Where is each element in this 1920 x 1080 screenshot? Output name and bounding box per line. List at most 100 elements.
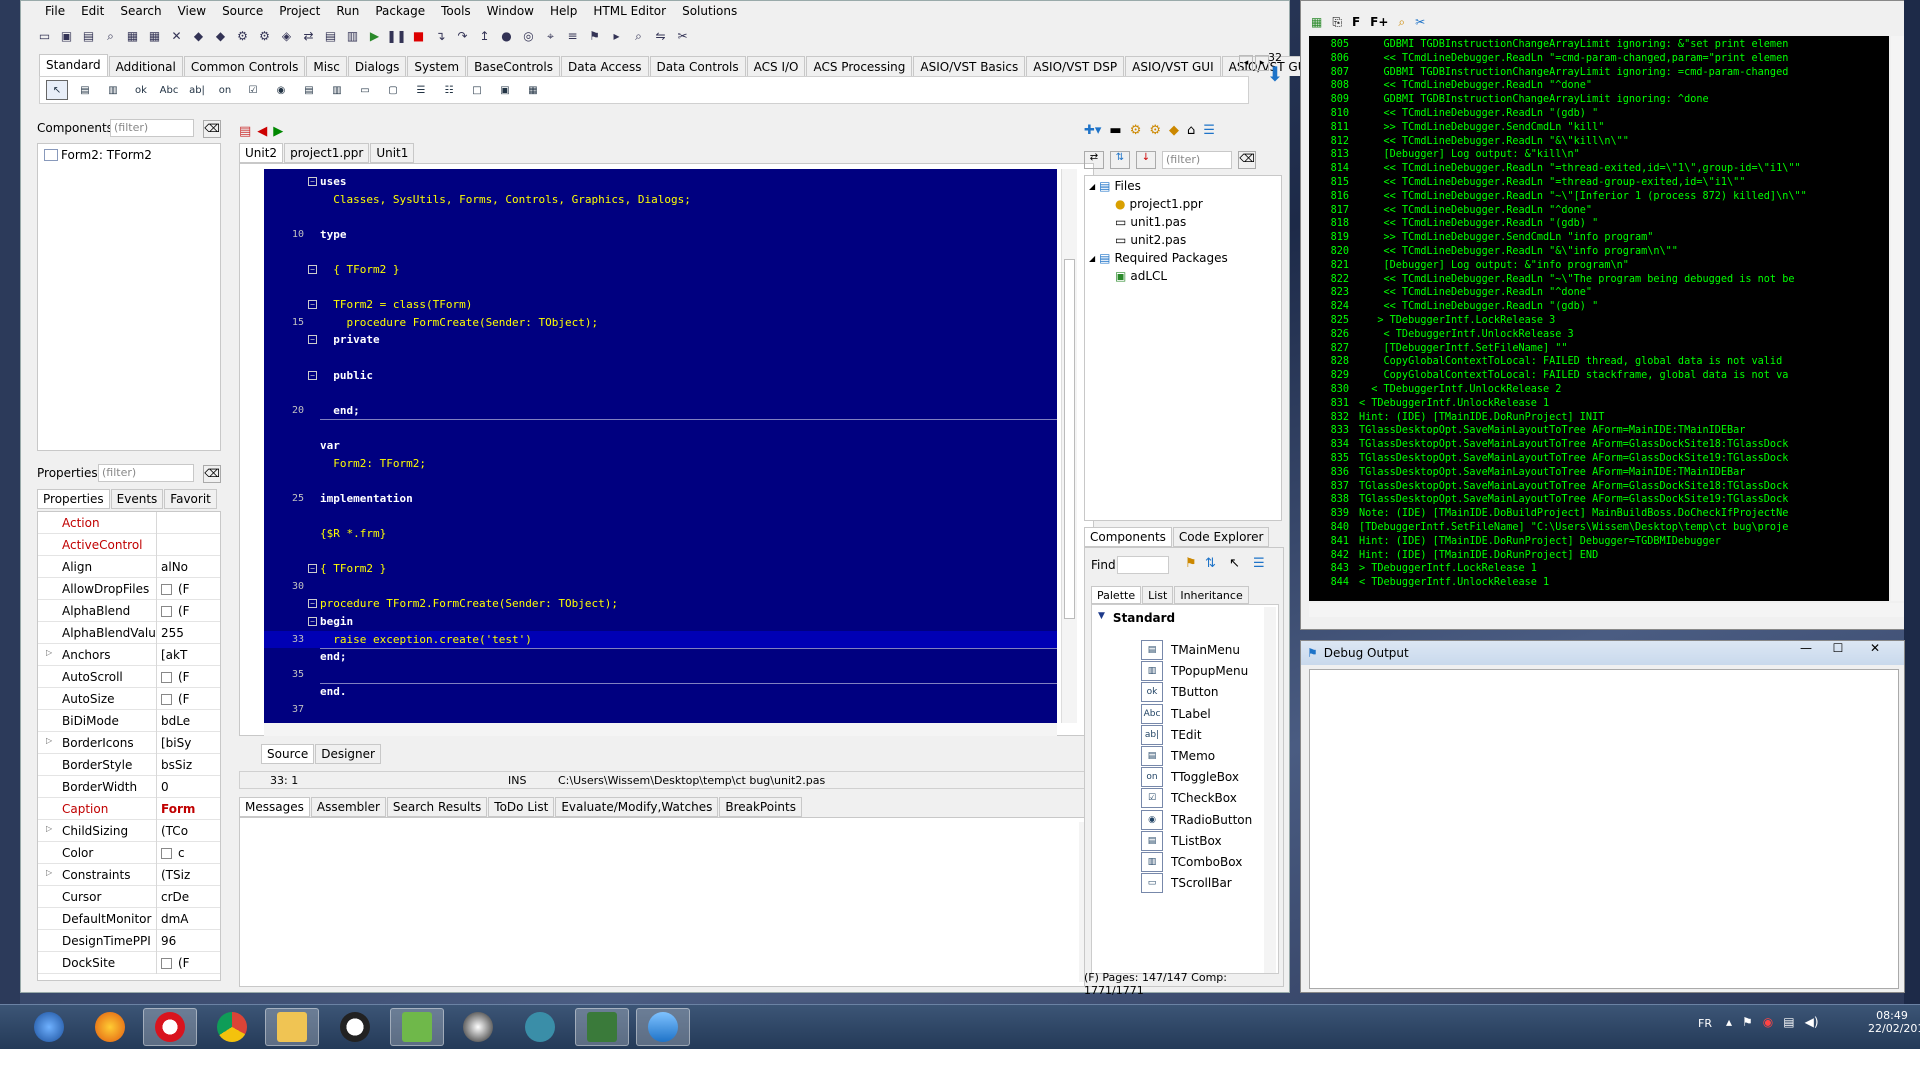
group-header[interactable]: ▼ Standard	[1098, 611, 1175, 625]
filter-clear-icon[interactable]: ⌫	[203, 465, 221, 483]
filter-clear-icon[interactable]: ⌫	[203, 120, 221, 138]
listbox-icon[interactable]: ▥	[326, 80, 348, 100]
tree-item-package[interactable]: ▣ adLCL	[1115, 269, 1167, 283]
checkbox-icon[interactable]	[161, 693, 172, 705]
taskbar-cheat-engine[interactable]	[575, 1008, 629, 1046]
checkbox-icon[interactable]	[161, 583, 172, 595]
tree-item-required-packages[interactable]: ◢ ▤ Required Packages	[1089, 251, 1228, 265]
property-value[interactable]: 96	[156, 929, 220, 952]
taskbar-lazarus[interactable]	[636, 1008, 690, 1046]
properties-tab[interactable]: Properties	[37, 489, 110, 509]
editor-tab[interactable]: Unit1	[370, 143, 415, 163]
menu-item[interactable]: HTML Editor	[585, 1, 674, 21]
property-row[interactable]: ▷ ChildSizing (TCo	[38, 819, 220, 842]
tools-icon[interactable]: ✂	[673, 27, 692, 46]
radio-button-icon[interactable]: ◉	[270, 80, 292, 100]
build-icon[interactable]: ⚙	[255, 27, 274, 46]
tree-icon[interactable]: ⇅	[1110, 151, 1130, 169]
property-row[interactable]: DefaultMonitor dmA	[38, 907, 220, 930]
properties-filter-input[interactable]: (filter)	[98, 464, 194, 482]
palette-tab[interactable]: Misc	[306, 56, 347, 76]
component-item[interactable]: ▭ TScrollBar	[1141, 870, 1232, 896]
project-filter-input[interactable]: (filter)	[1162, 151, 1232, 169]
maximize-icon[interactable]: ☐	[1823, 641, 1853, 661]
fold-toggle-icon[interactable]: −	[308, 335, 317, 345]
palette-tab[interactable]: Data Access	[560, 56, 649, 76]
property-value[interactable]: (F	[156, 577, 220, 600]
remove-icon[interactable]: ▬	[1109, 123, 1121, 138]
menu-item[interactable]: Edit	[73, 1, 112, 21]
fold-toggle-icon[interactable]: −	[308, 370, 317, 380]
property-row[interactable]: Caption Form	[38, 797, 220, 820]
property-value[interactable]: (F	[156, 687, 220, 710]
selection-pointer-icon[interactable]: ↖	[46, 80, 68, 100]
taskbar-firefox[interactable]	[83, 1008, 137, 1046]
palette-tab[interactable]: ASIO/VST GUI	[1125, 56, 1221, 76]
search-icon[interactable]: ⌕	[629, 27, 648, 46]
messages-tab[interactable]: Messages	[239, 797, 310, 817]
checkbox-icon[interactable]	[161, 605, 172, 617]
property-row[interactable]: ActiveControl	[38, 533, 220, 556]
checkbox-icon[interactable]	[161, 671, 172, 683]
minimize-icon[interactable]: —	[1791, 641, 1821, 661]
panel-icon[interactable]: □	[466, 80, 488, 100]
editor-view-tab[interactable]: Source	[261, 744, 315, 764]
palette-tab[interactable]: Standard	[39, 54, 108, 76]
filter-icon[interactable]: ⚑	[1185, 556, 1197, 571]
tree-item-file[interactable]: ▭ unit2.pas	[1115, 233, 1186, 247]
palette-subtab[interactable]: Inheritance	[1174, 586, 1249, 604]
property-row[interactable]: AlphaBlendValue 255	[38, 621, 220, 644]
save-icon[interactable]: ▦	[1311, 15, 1322, 33]
property-row[interactable]: BiDiMode bdLe	[38, 709, 220, 732]
close-icon[interactable]: ✕	[167, 27, 186, 46]
property-value[interactable]: crDe	[156, 885, 220, 908]
gdb-console[interactable]: 805 GDBMI TGDBInstructionChangeArrayLimi…	[1309, 36, 1889, 601]
help-icon[interactable]: ⌂	[1187, 123, 1195, 138]
tools-icon[interactable]: ✂	[1415, 15, 1425, 33]
scrollbar-icon[interactable]: ▭	[354, 80, 376, 100]
property-value[interactable]: (F	[156, 951, 220, 974]
property-value[interactable]: (F	[156, 665, 220, 688]
groupbox-icon[interactable]: ▢	[382, 80, 404, 100]
property-value[interactable]: bsSiz	[156, 753, 220, 776]
radiogroup-icon[interactable]: ☰	[410, 80, 432, 100]
compile-icon[interactable]: ⚙	[233, 27, 252, 46]
property-row[interactable]: BorderWidth 0	[38, 775, 220, 798]
options-icon[interactable]: ◆	[1169, 123, 1179, 138]
cursor-icon[interactable]: ↖	[1229, 556, 1240, 571]
list-scrollbar[interactable]	[1264, 607, 1276, 973]
evaluate-icon[interactable]: ≡	[563, 27, 582, 46]
step-out-icon[interactable]: ↥	[475, 27, 494, 46]
tree-item-form2[interactable]: Form2: TForm2	[44, 148, 152, 162]
editor-view-tab[interactable]: Designer	[315, 744, 381, 764]
new-unit-icon[interactable]: ▤	[79, 27, 98, 46]
pause-icon[interactable]: ❚❚	[386, 27, 406, 46]
property-row[interactable]: BorderStyle bsSiz	[38, 753, 220, 776]
package-icon[interactable]: ◆	[189, 27, 208, 46]
network-icon[interactable]: ▤	[1783, 1015, 1794, 1029]
editor-tab[interactable]: Unit2	[239, 143, 284, 163]
tree-item-file[interactable]: ● project1.ppr	[1115, 197, 1203, 211]
property-row[interactable]: Color c	[38, 841, 220, 864]
toggle-box-icon[interactable]: on	[214, 80, 236, 100]
breakpoint-icon[interactable]: ●	[497, 27, 516, 46]
search-icon[interactable]: ⌕	[1398, 15, 1405, 33]
fold-toggle-icon[interactable]: −	[308, 265, 317, 274]
property-value[interactable]: [akT	[156, 643, 220, 666]
palette-tab[interactable]: Additional	[108, 56, 183, 76]
checkbox-icon[interactable]: ☑	[242, 80, 264, 100]
fold-toggle-icon[interactable]: −	[308, 599, 317, 609]
button-icon[interactable]: ok	[130, 80, 152, 100]
properties-tab[interactable]: Events	[110, 489, 164, 509]
palette-tab[interactable]: Dialogs	[347, 56, 407, 76]
taskbar-tex[interactable]	[513, 1008, 567, 1046]
menu-item[interactable]: View	[170, 1, 214, 21]
chevron-up-icon[interactable]: ▴	[1726, 1015, 1732, 1029]
gdb-hscrollbar[interactable]	[1309, 603, 1905, 617]
toggle-form-icon[interactable]: ⇄	[299, 27, 318, 46]
property-value[interactable]: (TSiz	[156, 863, 220, 886]
clock[interactable]: 08:49 22/02/2019	[1868, 1009, 1920, 1035]
property-row[interactable]: AlphaBlend (F	[38, 599, 220, 622]
property-row[interactable]: ▷ Anchors [akT	[38, 643, 220, 666]
label-icon[interactable]: Abc	[158, 80, 180, 100]
